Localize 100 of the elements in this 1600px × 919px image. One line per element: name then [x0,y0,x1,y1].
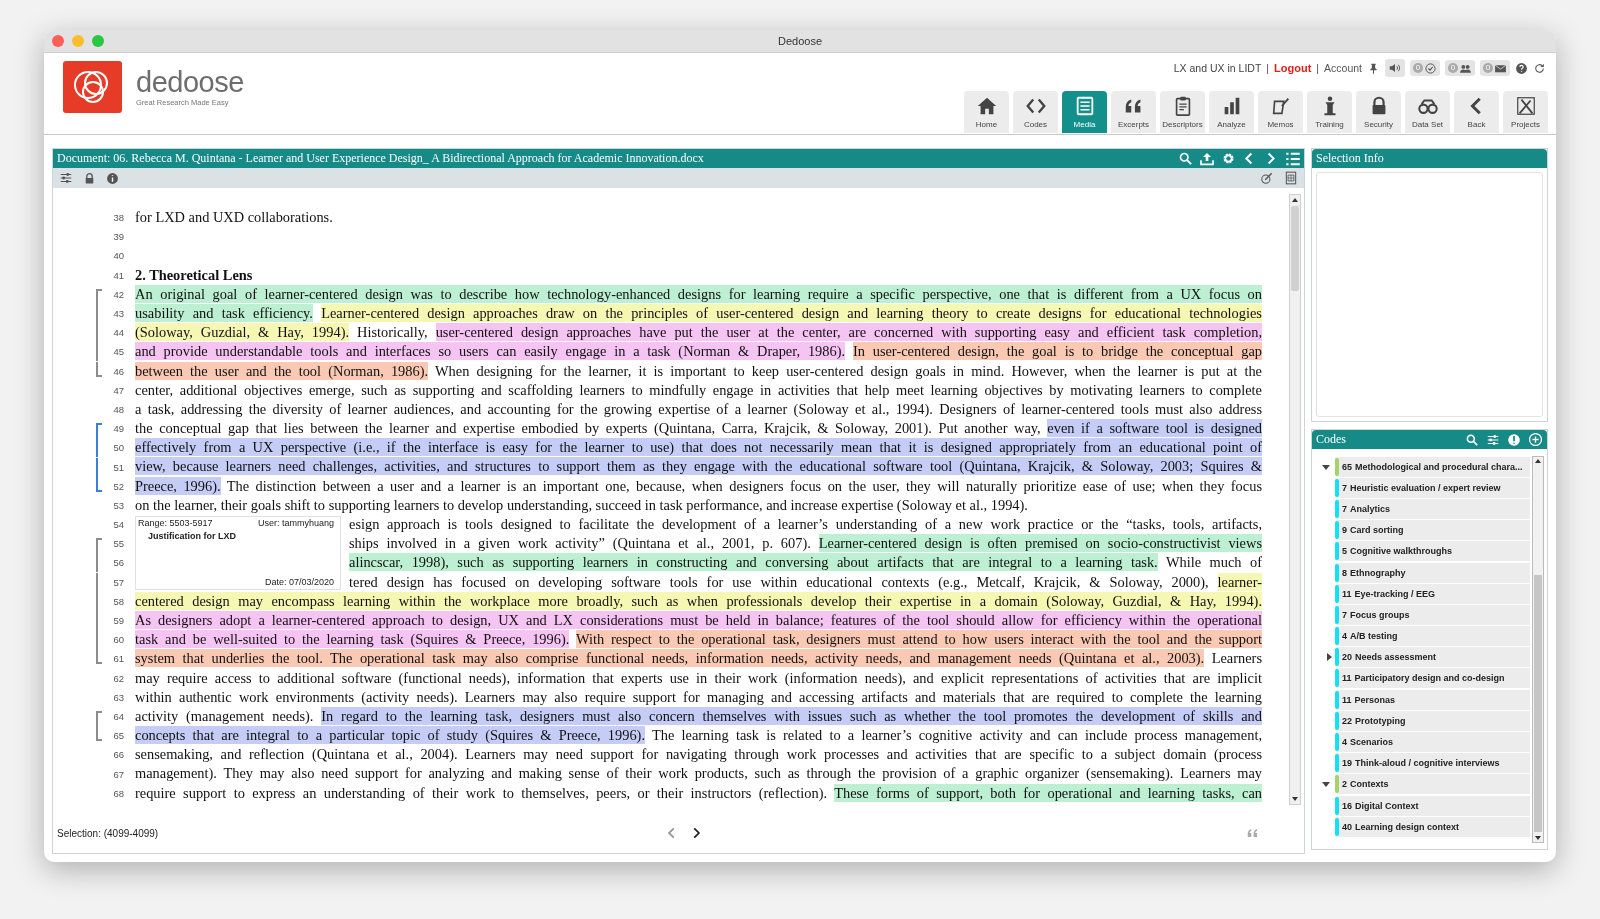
code-count: 22 [1342,715,1352,726]
code-name: Cognitive walkthroughs [1350,546,1453,557]
code-name: Needs assessment [1355,652,1437,663]
scroll-up-icon[interactable] [1291,196,1299,204]
code-count: 11 [1342,588,1352,599]
code-name: Digital Context [1355,800,1419,811]
line-number: 60 [112,634,124,646]
toolbar-tab[interactable]: Training [1307,91,1352,133]
toolbar-tab[interactable]: Home [964,91,1009,133]
line-number: 46 [112,365,124,377]
scroll-up-icon[interactable] [1534,457,1542,465]
code-row[interactable]: 7 Heuristic evaluation / expert review [1335,477,1530,498]
code-count: 7 [1342,503,1347,514]
code-row[interactable]: 65 Methodological and procedural chara... [1335,456,1530,477]
code-row[interactable]: 4 Scenarios [1335,732,1530,753]
line-number: 66 [112,749,124,761]
line-number: 42 [112,288,124,300]
lock-icon[interactable] [83,171,96,185]
code-count: 2 [1342,779,1347,790]
code-count: 11 [1342,673,1352,684]
code-name: Analytics [1350,503,1391,514]
line-number: 67 [112,768,124,780]
help-icon[interactable] [1515,61,1528,75]
caret-icon[interactable] [1324,653,1333,662]
sliders-icon[interactable] [1486,432,1500,447]
document-icon[interactable] [1284,171,1298,185]
code-row[interactable]: 16 Digital Context [1335,795,1530,816]
line-number: 59 [112,615,124,627]
search-icon[interactable] [1178,151,1193,166]
document-text-line: for LXD and UXD collaborations. [135,208,334,227]
sliders-icon[interactable] [59,171,73,185]
range-text: Range: 5503-5917 [138,518,213,528]
toolbar-tab[interactable]: Descriptors [1160,91,1205,133]
code-row[interactable]: 19 Think-aloud / cognitive interviews [1335,753,1530,774]
toolbar-tab[interactable]: Projects [1503,91,1548,133]
code-row[interactable]: 7 Analytics [1335,498,1530,519]
logout-link[interactable]: Logout [1274,62,1312,74]
caret-icon[interactable] [1321,462,1330,471]
code-row[interactable]: 40 Learning design context [1335,816,1530,837]
code-row[interactable]: 7 Focus groups [1335,604,1530,625]
code-row[interactable]: 11 Participatory design and co-design [1335,668,1530,689]
code-row[interactable]: 9 Card sorting [1335,520,1530,541]
toolbar-tab[interactable]: Security [1356,91,1401,133]
close-button[interactable] [52,35,64,47]
scroll-down-icon[interactable] [1534,834,1542,842]
alert-icon[interactable] [1507,432,1521,447]
line-number: 64 [112,710,124,722]
add-icon[interactable] [1528,432,1543,447]
document-text-line: activity (management needs). In regard to the learning task, designers must also concern themselves with issues such as whether the tool promotes the development of skills and [135,706,1262,727]
code-row[interactable]: 22 Prototyping [1335,710,1530,731]
home-icon [975,95,998,117]
line-number: 50 [112,442,124,454]
line-number: 62 [112,672,124,684]
line-number: 43 [112,308,124,320]
code-count: 4 [1342,631,1347,642]
code-row[interactable]: 4 A/B testing [1335,626,1530,647]
search-icon[interactable] [1465,432,1479,447]
code-row[interactable]: 11 Personas [1335,689,1530,710]
code-row[interactable]: 20 Needs assessment [1335,647,1530,668]
scrollbar-thumb[interactable] [1291,206,1299,291]
toolbar-tab[interactable]: Media [1062,91,1107,133]
pin-icon[interactable] [1367,61,1380,75]
code-row[interactable]: 2 Contexts [1335,774,1530,795]
code-name: Card sorting [1350,525,1404,536]
account-link[interactable]: Account [1324,62,1362,74]
settings-icon[interactable] [1221,151,1236,166]
code-row[interactable]: 8 Ethnography [1335,562,1530,583]
code-count: 11 [1342,694,1352,705]
caret-icon[interactable] [1321,780,1330,789]
quote-icon[interactable] [1246,826,1260,840]
code-row[interactable]: 11 Eye-tracking / EEG [1335,583,1530,604]
document-text-line: esign approach is tools designed to facilitate the development of a learner’s understanding of a new work practice or the “tasks, tools, artifacts, [349,515,1262,534]
scrollbar[interactable] [1532,456,1544,843]
toolbar-tab[interactable]: Analyze [1209,91,1254,133]
code-count: 9 [1342,525,1347,536]
code-name: Scenarios [1350,737,1394,748]
upload-icon[interactable] [1199,150,1215,167]
toolbar-tab[interactable]: Codes [1013,91,1058,133]
selection-range: Selection: (4099-4099) [57,827,159,839]
document-text-line: the conceptual gap that lies between the learner and expertise embodied by experts (Quintana, Carra, Krajcik, & Soloway, 2001). Put another way, even if a software tool is designed [135,419,1262,439]
speaker-icon[interactable] [1388,61,1402,75]
toolbar-tab[interactable]: Data Set [1405,91,1450,133]
toolbar-tab[interactable]: Back [1454,91,1499,133]
info-icon[interactable] [106,171,119,185]
line-number: 52 [112,480,124,492]
code-row[interactable]: 5 Cognitive walkthroughs [1335,541,1530,562]
line-number: 39 [112,231,124,243]
refresh-icon[interactable] [1533,61,1546,75]
document-title: Document: 06. Rebecca M. Quintana - Learner and User Experience Design_ A Bidirectional Approach for Academic Innovation.docx [57,151,704,166]
scroll-down-icon[interactable] [1291,795,1299,803]
project-name: LX and UX in LIDT [1173,62,1262,74]
toolbar-tab[interactable]: Memos [1258,91,1303,133]
line-number: 68 [112,787,124,799]
scrollbar-thumb[interactable] [1534,575,1542,832]
document-text-line: may require access to additional software (functional needs), information that experts use in their work (information needs), and explicit representations of activities that are implicit [135,668,1262,688]
code-name: Eye-tracking / EEG [1354,588,1436,599]
scrollbar[interactable] [1289,194,1301,805]
edit-icon[interactable] [1260,171,1274,185]
line-number: 54 [112,519,124,531]
toolbar-tab[interactable]: Excerpts [1111,91,1156,133]
